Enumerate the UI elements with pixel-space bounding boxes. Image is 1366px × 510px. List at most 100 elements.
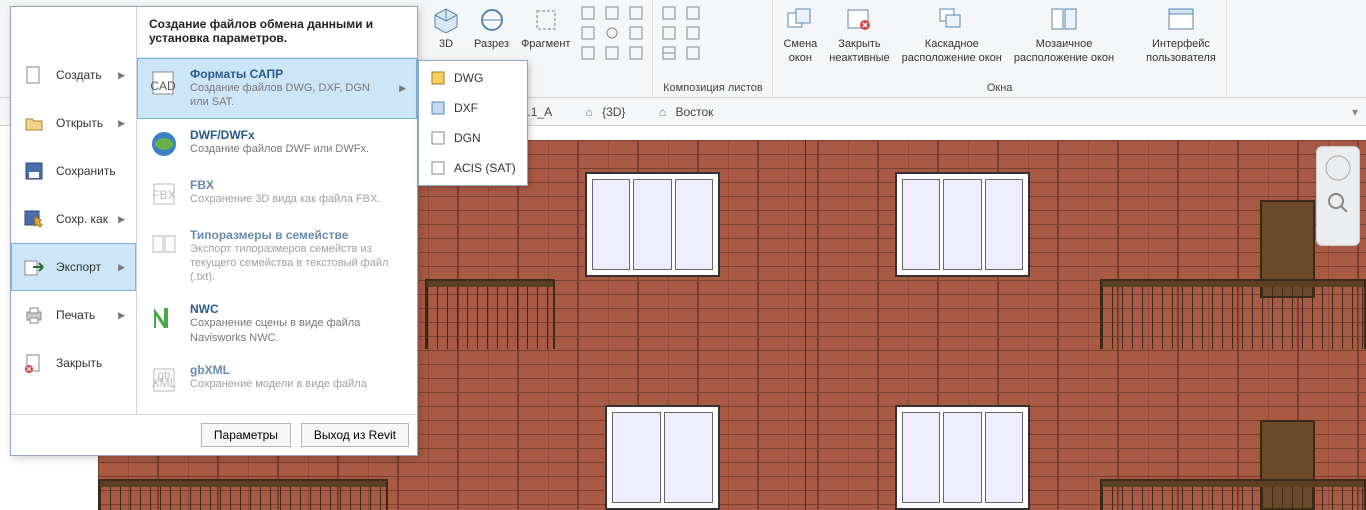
cad-dgn[interactable]: DGN [421, 123, 525, 153]
export-fbx[interactable]: FBX FBXСохранение 3D вида как файла FBX. [137, 169, 417, 219]
small-icon[interactable] [626, 4, 646, 22]
sat-icon [430, 160, 446, 176]
window [585, 172, 720, 277]
nav-cube-icon [1323, 153, 1353, 183]
small-icon[interactable] [659, 24, 679, 42]
window [895, 172, 1030, 277]
chevron-right-icon: ▶ [399, 83, 406, 94]
ui-icon [1165, 4, 1197, 36]
svg-text:CAD: CAD [150, 79, 176, 93]
close-inactive-label: Закрыть неактивные [829, 38, 889, 66]
nwc-icon [148, 302, 180, 334]
switch-windows-label: Смена окон [783, 38, 817, 66]
menu-saveas[interactable]: Сохр. как▶ [11, 195, 136, 243]
entry-title: FBX [190, 178, 380, 192]
file-menu-left: Создать▶ Открыть▶ Сохранить Сохр. как▶ Э… [11, 7, 137, 414]
small-icon[interactable] [602, 44, 622, 62]
small-icon[interactable] [626, 24, 646, 42]
menu-export[interactable]: Экспорт▶ [11, 243, 136, 291]
group-comp-label: Композиция листов [657, 80, 768, 97]
export-family[interactable]: Типоразмеры в семействеЭкспорт типоразме… [137, 219, 417, 294]
small-icon[interactable] [683, 4, 703, 22]
dwf-icon [148, 128, 180, 160]
small-icon[interactable] [626, 44, 646, 62]
tab-overflow-icon[interactable]: ▾ [1352, 105, 1358, 119]
window [895, 405, 1030, 510]
zoom-icon [1326, 191, 1350, 215]
cad-label: DXF [454, 101, 478, 115]
small-icon[interactable] [602, 24, 622, 42]
small-icon[interactable] [578, 24, 598, 42]
small-icon[interactable] [602, 4, 622, 22]
entry-desc: Создание файлов DWF или DWFx. [190, 142, 369, 156]
menu-open[interactable]: Открыть▶ [11, 99, 136, 147]
dxf-icon [430, 100, 446, 116]
entry-title: NWC [190, 302, 406, 316]
cascade-button[interactable]: Каскадное расположение окон [896, 2, 1008, 80]
export-gbxml[interactable]: gbXML gbXMLСохранение модели в виде файл… [137, 354, 417, 404]
gbxml-icon: gbXML [148, 363, 180, 395]
view-tab[interactable]: ⌂{3D} [582, 105, 625, 119]
comp-icons2 [681, 2, 705, 80]
switch-windows-button[interactable]: Смена окон [777, 2, 823, 80]
export-list: CAD Форматы САПРСоздание файлов DWG, DXF… [137, 58, 417, 414]
file-menu: Создать▶ Открыть▶ Сохранить Сохр. как▶ Э… [10, 6, 418, 456]
fbx-icon: FBX [148, 178, 180, 210]
small-icon[interactable] [659, 4, 679, 22]
menu-close[interactable]: Закрыть [11, 339, 136, 387]
balcony [1100, 479, 1366, 510]
ribbon-group-windows: Смена окон Закрыть неактивные Каскадное … [773, 0, 1226, 97]
menu-create[interactable]: Создать▶ [11, 51, 136, 99]
small-icon[interactable] [683, 24, 703, 42]
close-icon [22, 352, 46, 374]
export-dwf[interactable]: DWF/DWFxСоздание файлов DWF или DWFx. [137, 119, 417, 169]
ui-button[interactable]: Интерфейс пользователя [1140, 2, 1222, 80]
small-icon[interactable] [578, 4, 598, 22]
file-menu-heading: Создание файлов обмена данными и установ… [137, 7, 417, 58]
small-icons-col1 [576, 2, 600, 97]
chevron-right-icon: ▶ [118, 118, 125, 129]
menu-print[interactable]: Печать▶ [11, 291, 136, 339]
cad-dxf[interactable]: DXF [421, 93, 525, 123]
small-icon[interactable] [659, 44, 679, 62]
view-tab[interactable]: ⌂Восток [655, 105, 713, 119]
nav-cube[interactable] [1316, 146, 1360, 246]
export-cad[interactable]: CAD Форматы САПРСоздание файлов DWG, DXF… [137, 58, 417, 119]
menu-label: Экспорт [56, 260, 101, 274]
cube-icon [430, 4, 462, 36]
entry-desc: Сохранение модели в виде файла [190, 377, 367, 391]
close-inactive-button[interactable]: Закрыть неактивные [823, 2, 895, 80]
cad-dwg[interactable]: DWG [421, 63, 525, 93]
group-okna-label: Окна [777, 80, 1221, 97]
entry-title: DWF/DWFx [190, 128, 369, 142]
exit-button[interactable]: Выход из Revit [301, 423, 409, 447]
small-icon[interactable] [683, 44, 703, 62]
3d-label: 3D [439, 38, 453, 52]
menu-label: Печать [56, 308, 95, 322]
menu-label: Закрыть [56, 356, 102, 370]
open-icon [22, 112, 46, 134]
file-menu-footer: Параметры Выход из Revit [11, 414, 417, 455]
menu-save[interactable]: Сохранить [11, 147, 136, 195]
cad-submenu: DWG DXF DGN ACIS (SAT) [418, 60, 528, 186]
entry-desc: Экспорт типоразмеров семейств из текущег… [190, 242, 406, 285]
tab-label: {3D} [602, 105, 625, 119]
cascade-icon [936, 4, 968, 36]
comp-icons [657, 2, 681, 80]
svg-text:XML: XML [152, 376, 177, 390]
fragment-label: Фрагмент [521, 38, 570, 52]
cad-label: DGN [454, 131, 481, 145]
dgn-icon [430, 130, 446, 146]
small-icon[interactable] [578, 44, 598, 62]
new-icon [22, 64, 46, 86]
ui-label: Интерфейс пользователя [1146, 38, 1216, 66]
tile-button[interactable]: Мозаичное расположение окон [1008, 2, 1120, 80]
tile-icon [1048, 4, 1080, 36]
entry-title: gbXML [190, 363, 367, 377]
params-button[interactable]: Параметры [201, 423, 291, 447]
small-icons-col2 [600, 2, 624, 97]
cad-sat[interactable]: ACIS (SAT) [421, 153, 525, 183]
export-nwc[interactable]: NWCСохранение сцены в виде файла Naviswo… [137, 293, 417, 354]
window [605, 405, 720, 510]
balcony [1100, 279, 1366, 349]
